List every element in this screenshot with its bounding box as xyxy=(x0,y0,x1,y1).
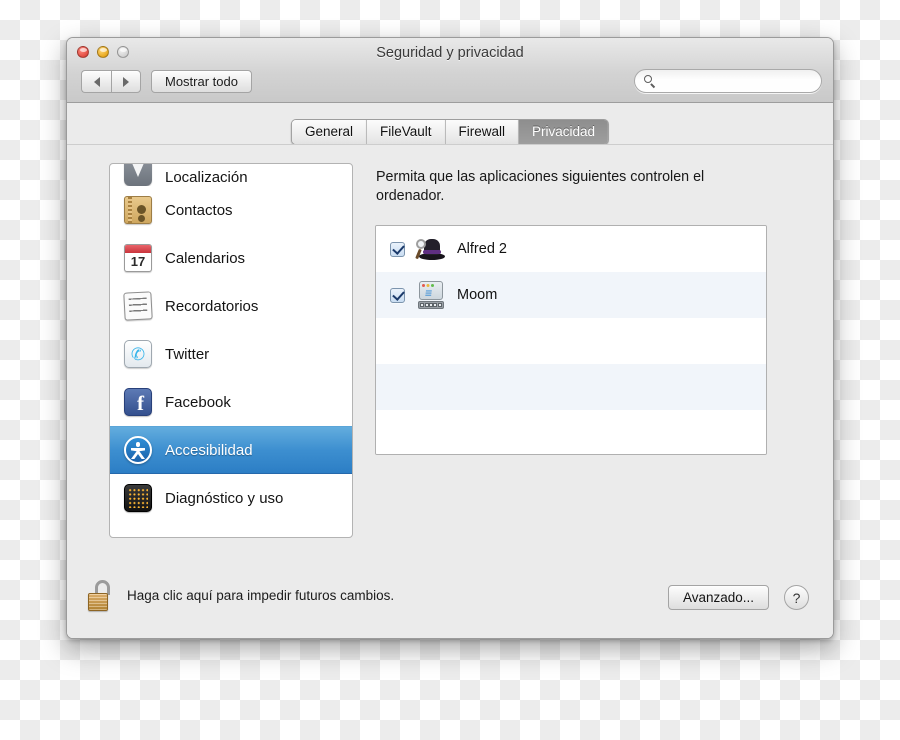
preferences-footer: Haga clic aquí para impedir futuros camb… xyxy=(67,564,833,638)
accessibility-icon xyxy=(124,436,152,464)
search-icon xyxy=(644,74,657,88)
table-row[interactable]: ≡ Moom xyxy=(376,272,766,318)
app-name: Alfred 2 xyxy=(457,241,507,257)
forward-button[interactable] xyxy=(111,70,141,93)
preferences-content: Localización Contactos 17 Calendarios Re… xyxy=(67,144,833,638)
allowed-apps-list[interactable]: Alfred 2 ≡ Moom xyxy=(375,225,767,455)
reminders-icon xyxy=(123,291,153,321)
moom-palette-cell xyxy=(424,303,429,307)
tab-bar-zone: General FileVault Firewall Privacidad xyxy=(67,103,833,145)
sidebar-item-label: Diagnóstico y uso xyxy=(165,489,284,507)
location-icon xyxy=(124,164,152,186)
sidebar-item-localizacion[interactable]: Localización xyxy=(110,164,352,186)
sidebar-item-label: Accesibilidad xyxy=(165,441,253,459)
sidebar-item-label: Facebook xyxy=(165,393,231,411)
sidebar-item-accesibilidad[interactable]: Accesibilidad xyxy=(110,426,352,474)
lock-button[interactable] xyxy=(88,580,114,612)
tab-filevault[interactable]: FileVault xyxy=(366,120,446,144)
facebook-icon: f xyxy=(124,388,152,416)
moom-palette-cell xyxy=(433,303,438,307)
empty-row xyxy=(376,364,766,410)
back-arrow-icon xyxy=(93,76,100,87)
sidebar-item-recordatorios[interactable]: Recordatorios xyxy=(110,282,352,330)
padlock-body-icon xyxy=(88,593,108,611)
moom-icon: ≡ xyxy=(416,280,446,310)
tab-general[interactable]: General xyxy=(291,120,367,144)
help-button[interactable]: ? xyxy=(784,585,809,610)
empty-row xyxy=(376,410,766,454)
advanced-button[interactable]: Avanzado... xyxy=(667,585,769,610)
sidebar-item-label: Calendarios xyxy=(165,249,246,267)
app-checkbox[interactable] xyxy=(390,241,405,257)
twitter-bird-glyph: ✆ xyxy=(130,344,146,364)
sidebar-item-calendarios[interactable]: 17 Calendarios xyxy=(110,234,352,282)
contacts-icon xyxy=(124,196,152,224)
empty-row xyxy=(376,318,766,364)
panel-description: Permita que las aplicaciones siguientes … xyxy=(376,169,705,205)
table-row[interactable]: Alfred 2 xyxy=(376,226,766,272)
alfred-magnifier-lens xyxy=(416,239,426,249)
lock-status-text: Haga clic aquí para impedir futuros camb… xyxy=(127,588,395,603)
app-name: Moom xyxy=(457,287,498,303)
diagnostics-icon xyxy=(124,484,152,512)
system-preferences-window: Seguridad y privacidad Mostrar todo Gene… xyxy=(66,37,834,639)
sidebar-item-twitter[interactable]: ✆ Twitter xyxy=(110,330,352,378)
calendar-icon: 17 xyxy=(124,244,152,272)
tab-firewall[interactable]: Firewall xyxy=(445,120,520,144)
navigation-buttons xyxy=(81,70,141,93)
sidebar-item-label: Localización xyxy=(165,169,248,186)
alfred-icon xyxy=(415,234,446,264)
search-field[interactable] xyxy=(634,69,822,93)
search-input[interactable] xyxy=(662,73,806,89)
back-button[interactable] xyxy=(81,70,111,93)
sidebar-item-label: Recordatorios xyxy=(165,297,259,315)
sidebar-item-label: Twitter xyxy=(165,345,210,363)
tab-bar: General FileVault Firewall Privacidad xyxy=(290,119,610,145)
privacy-category-list[interactable]: Localización Contactos 17 Calendarios Re… xyxy=(109,163,353,538)
forward-arrow-icon xyxy=(123,76,129,87)
window-title: Seguridad y privacidad xyxy=(376,45,524,61)
sidebar-item-facebook[interactable]: f Facebook xyxy=(110,378,352,426)
window-titlebar: Seguridad y privacidad Mostrar todo xyxy=(67,38,833,103)
tab-privacidad[interactable]: Privacidad xyxy=(519,120,609,144)
twitter-icon: ✆ xyxy=(124,340,152,368)
facebook-f-glyph: f xyxy=(137,391,144,415)
accessibility-panel: Permita que las aplicaciones siguientes … xyxy=(369,163,793,538)
moom-palette xyxy=(418,301,444,309)
moom-palette-cell xyxy=(428,303,433,307)
sidebar-item-contactos[interactable]: Contactos xyxy=(110,186,352,234)
app-checkbox[interactable] xyxy=(390,287,405,303)
moom-palette-cell xyxy=(437,303,442,307)
moom-palette-cell xyxy=(420,303,425,307)
show-all-button[interactable]: Mostrar todo xyxy=(151,70,252,93)
calendar-day-number: 17 xyxy=(130,254,146,269)
sidebar-item-diagnostico-y-uso[interactable]: Diagnóstico y uso xyxy=(110,474,352,522)
alfred-hat-band xyxy=(423,250,441,254)
sidebar-item-label: Contactos xyxy=(165,201,233,219)
